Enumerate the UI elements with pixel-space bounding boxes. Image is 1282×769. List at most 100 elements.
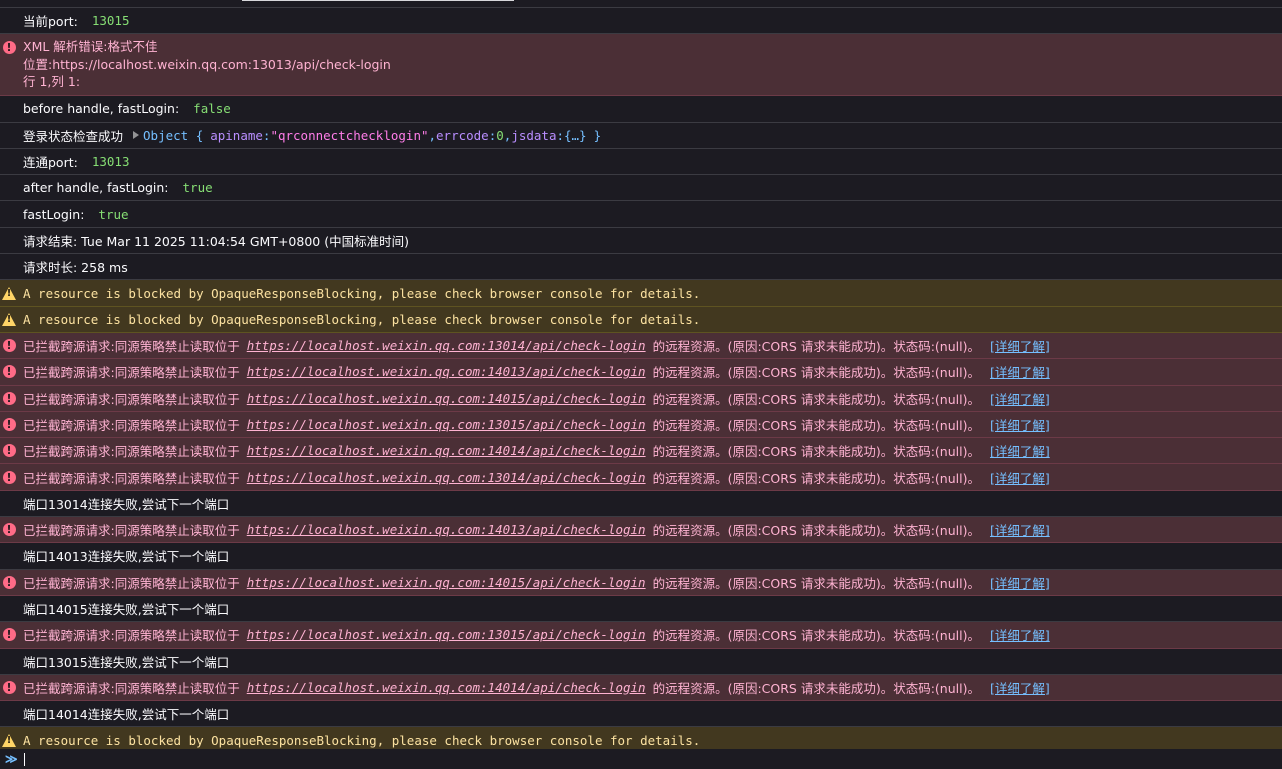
error-icon: ! xyxy=(2,365,16,379)
object-key: apiname xyxy=(210,127,263,143)
error-line: 行 1,列 1: xyxy=(23,74,81,90)
error-icon: ! xyxy=(2,40,16,54)
log-row: 端口13014连接失败,尝试下一个端口 xyxy=(0,490,1282,518)
error-icon-glyph: ! xyxy=(2,391,16,405)
learn-more-link[interactable]: [详细了解] xyxy=(990,520,1050,539)
log-row: 端口13015连接失败,尝试下一个端口 xyxy=(0,648,1282,675)
log-value: false xyxy=(193,101,231,117)
log-row: 端口14015连接失败,尝试下一个端口 xyxy=(0,595,1282,623)
log-text: 端口14015连接失败,尝试下一个端口 xyxy=(23,602,230,618)
error-url-link[interactable]: https://localhost.weixin.qq.com:13014/ap… xyxy=(247,470,646,485)
warning-text: A resource is blocked by OpaqueResponseB… xyxy=(23,285,701,301)
console-input[interactable]: ≫ xyxy=(0,749,1282,769)
console-output: 当前port: 13015! XML 解析错误:格式不佳 位置:https://loc… xyxy=(0,0,1282,769)
error-icon-glyph: ! xyxy=(2,40,16,54)
learn-more-link[interactable]: [详细了解] xyxy=(990,441,1050,460)
log-text: 端口14014连接失败,尝试下一个端口 xyxy=(23,707,230,723)
warning-icon-glyph: ! xyxy=(2,733,16,747)
log-text: 请求结束: Tue Mar 11 2025 11:04:54 GMT+0800 … xyxy=(23,233,409,249)
warning-icon: ! xyxy=(2,286,16,300)
error-url-link[interactable]: https://localhost.weixin.qq.com:13014/ap… xyxy=(247,338,646,353)
log-label: after handle, fastLogin: xyxy=(23,180,169,196)
clipped-top-row xyxy=(0,0,1282,8)
log-value: true xyxy=(182,180,213,196)
learn-more-link[interactable]: [详细了解] xyxy=(990,362,1050,381)
log-row: 当前port: 13015 xyxy=(0,8,1282,35)
error-suffix: 的远程资源。(原因:CORS 请求未能成功)。状态码:(null)。 xyxy=(652,391,980,407)
learn-more-link[interactable]: [详细了解] xyxy=(990,389,1050,408)
error-url-link[interactable]: https://localhost.weixin.qq.com:14013/ap… xyxy=(247,364,646,379)
warning-row: ! A resource is blocked by OpaqueResponse… xyxy=(0,306,1282,333)
object-value: {…} xyxy=(564,127,587,143)
log-row: after handle, fastLogin: true xyxy=(0,175,1282,202)
error-suffix: 的远程资源。(原因:CORS 请求未能成功)。状态码:(null)。 xyxy=(652,680,980,696)
object-value: "qrconnectchecklogin" xyxy=(270,127,429,143)
error-row: ! 已拦截跨源请求:同源策略禁止读取位于 https://localhost.wei… xyxy=(0,385,1282,412)
expand-triangle-icon[interactable] xyxy=(133,131,140,140)
error-row: ! 已拦截跨源请求:同源策略禁止读取位于 https://localhost.wei… xyxy=(0,464,1282,491)
prompt-chevron-icon: ≫ xyxy=(5,752,18,766)
error-row: ! 已拦截跨源请求:同源策略禁止读取位于 https://localhost.wei… xyxy=(0,674,1282,702)
error-row: ! 已拦截跨源请求:同源策略禁止读取位于 https://localhost.wei… xyxy=(0,332,1282,360)
learn-more-link[interactable]: [详细了解] xyxy=(990,468,1050,487)
error-icon: ! xyxy=(2,575,16,589)
error-icon: ! xyxy=(2,418,16,432)
learn-more-link[interactable]: [详细了解] xyxy=(990,336,1050,355)
error-prefix: 已拦截跨源请求:同源策略禁止读取位于 xyxy=(23,339,240,355)
warning-icon-glyph: ! xyxy=(2,286,16,300)
error-row: ! 已拦截跨源请求:同源策略禁止读取位于 https://localhost.wei… xyxy=(0,359,1282,386)
error-row: ! 已拦截跨源请求:同源策略禁止读取位于 https://localhost.wei… xyxy=(0,622,1282,649)
warning-text: A resource is blocked by OpaqueResponseB… xyxy=(23,311,701,327)
warning-row: ! A resource is blocked by OpaqueResponse… xyxy=(0,280,1282,307)
error-prefix: 已拦截跨源请求:同源策略禁止读取位于 xyxy=(23,365,240,381)
log-value: true xyxy=(98,206,129,222)
error-url-link[interactable]: https://localhost.weixin.qq.com:14014/ap… xyxy=(247,680,646,695)
error-icon: ! xyxy=(2,628,16,642)
log-text: 端口13014连接失败,尝试下一个端口 xyxy=(23,496,230,512)
object-prefix[interactable]: Object { xyxy=(143,128,203,143)
error-icon-glyph: ! xyxy=(2,523,16,537)
error-row: ! 已拦截跨源请求:同源策略禁止读取位于 https://localhost.wei… xyxy=(0,569,1282,596)
object-comma: , xyxy=(428,127,437,143)
error-row: ! XML 解析错误:格式不佳 位置:https://localhost.weixi… xyxy=(0,34,1282,97)
error-icon: ! xyxy=(2,470,16,484)
log-row: before handle, fastLogin: false xyxy=(0,96,1282,123)
learn-more-link[interactable]: [详细了解] xyxy=(990,415,1050,434)
error-line: 位置:https://localhost.weixin.qq.com:13013… xyxy=(23,56,391,72)
error-url-link[interactable]: https://localhost.weixin.qq.com:14015/ap… xyxy=(247,575,646,590)
error-icon-glyph: ! xyxy=(2,444,16,458)
error-prefix: 已拦截跨源请求:同源策略禁止读取位于 xyxy=(23,418,240,433)
error-url-link[interactable]: https://localhost.weixin.qq.com:14014/ap… xyxy=(247,443,646,458)
error-url-link[interactable]: https://localhost.weixin.qq.com:13015/ap… xyxy=(247,627,646,642)
learn-more-link[interactable]: [详细了解] xyxy=(990,678,1050,697)
log-label: 连通port: xyxy=(23,155,78,171)
error-icon: ! xyxy=(2,339,16,353)
warning-icon: ! xyxy=(2,733,16,747)
error-icon-glyph: ! xyxy=(2,470,16,484)
log-row: 端口14013连接失败,尝试下一个端口 xyxy=(0,543,1282,570)
error-suffix: 的远程资源。(原因:CORS 请求未能成功)。状态码:(null)。 xyxy=(652,470,980,486)
log-row: 登录状态检查成功 Object { apiname: "qrconnectcheck… xyxy=(0,122,1282,149)
object-colon: : xyxy=(556,127,564,143)
log-text: 端口14013连接失败,尝试下一个端口 xyxy=(23,549,230,565)
log-row: 请求时长: 258 ms xyxy=(0,254,1282,281)
text-caret xyxy=(23,752,25,766)
error-url-link[interactable]: https://localhost.weixin.qq.com:14013/ap… xyxy=(247,522,646,537)
object-value: 0 xyxy=(496,127,504,143)
log-row: 连通port: 13013 xyxy=(0,148,1282,176)
error-prefix: 已拦截跨源请求:同源策略禁止读取位于 xyxy=(23,680,240,696)
error-suffix: 的远程资源。(原因:CORS 请求未能成功)。状态码:(null)。 xyxy=(652,444,980,460)
error-suffix: 的远程资源。(原因:CORS 请求未能成功)。状态码:(null)。 xyxy=(652,523,980,539)
error-icon-glyph: ! xyxy=(2,365,16,379)
log-label: 登录状态检查成功 xyxy=(23,128,124,144)
learn-more-link[interactable]: [详细了解] xyxy=(990,625,1050,644)
warning-icon-glyph: ! xyxy=(2,312,16,326)
log-value: 13015 xyxy=(91,13,130,29)
error-url-link[interactable]: https://localhost.weixin.qq.com:13015/ap… xyxy=(247,417,646,432)
object-comma: , xyxy=(503,127,512,143)
learn-more-link[interactable]: [详细了解] xyxy=(990,573,1050,592)
error-icon: ! xyxy=(2,444,16,458)
error-url-link[interactable]: https://localhost.weixin.qq.com:14015/ap… xyxy=(247,391,646,406)
log-label: fastLogin: xyxy=(23,206,85,222)
error-row: ! 已拦截跨源请求:同源策略禁止读取位于 https://localhost.wei… xyxy=(0,411,1282,439)
